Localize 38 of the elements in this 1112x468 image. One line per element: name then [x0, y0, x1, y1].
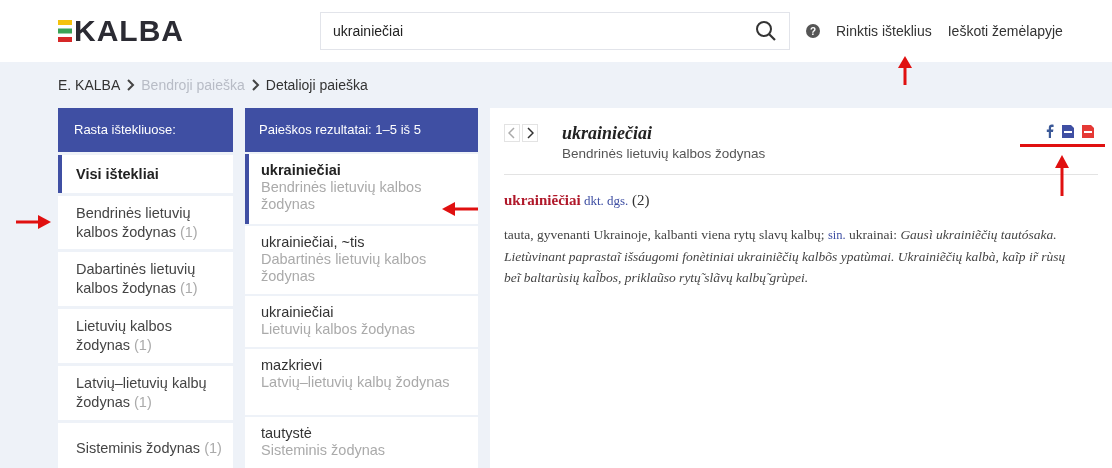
source-item[interactable]: Lietuvių kalbos žodynas (1) — [58, 309, 233, 363]
nav-link[interactable]: Rinktis išteklius — [836, 20, 932, 42]
document-icon[interactable] — [1062, 124, 1074, 138]
source-item[interactable]: Latvių–lietuvių kalbų žodynas (1) — [58, 366, 233, 420]
entry-definition: tauta, gyvenanti Ukrainoje, kalbanti viena rytų slavų kalbų; sin. ukrainai: Gausì ukrainiẽčių tautósaka. Lietùvinant paprastaĩ išsáugomi fonètiniai ukrainiẽčių kalbõs ypatùmai. Ukrainiẽčių kalbà, kaĩp ir̃ rùsų beĩ baltarùsių kal̃bos, priklaũso rytų̃ slãvų kalbų̃ grùpei. — [504, 225, 1067, 287]
source-item[interactable]: Bendrinės lietuvių kalbos žodynas (1) — [58, 196, 233, 249]
result-item[interactable]: mazkrievi Latvių–lietuvių kalbų žodynas — [245, 349, 478, 415]
annotation-arrow — [442, 202, 478, 216]
search-icon[interactable] — [755, 20, 777, 42]
breadcrumb-link[interactable]: Detalioji paieška — [265, 74, 368, 96]
source-item[interactable]: Sisteminis žodynas (1) — [58, 423, 233, 468]
entry-source: Bendrinės lietuvių kalbos žodynas — [562, 145, 767, 163]
result-item[interactable]: tautystė Sisteminis žodynas — [245, 417, 478, 468]
entry-title: ukrainiečiai — [562, 122, 653, 144]
entry-headword-line: ukrainiẽčiai dkt. dgs. (2) — [504, 191, 651, 211]
result-item[interactable]: ukrainiečiai Bendrinės lietuvių kalbos žodynas — [245, 154, 478, 224]
logo-text[interactable]: KALBA — [74, 16, 184, 46]
chevron-right-icon — [526, 127, 534, 139]
help-icon[interactable]: ? — [806, 24, 820, 38]
pdf-icon[interactable] — [1082, 124, 1094, 138]
annotation-arrow — [1055, 155, 1069, 196]
facebook-icon[interactable] — [1046, 124, 1054, 138]
source-item[interactable]: Visi ištekliai — [58, 155, 233, 193]
source-item[interactable]: Dabartinės lietuvių kalbos žodynas (1) — [58, 252, 233, 306]
annotation-arrow — [898, 56, 912, 85]
search-field[interactable]: ukrainiečiai — [320, 12, 790, 50]
column-header: Rasta ištekliuose: — [58, 108, 233, 152]
flag-stripes-icon — [58, 19, 72, 43]
chevron-left-icon — [508, 127, 516, 139]
next-button[interactable] — [522, 124, 538, 142]
nav-link[interactable]: Ieškoti žemėlapyje — [947, 20, 1063, 42]
chevron-icon — [250, 79, 260, 91]
chevron-icon — [126, 79, 136, 91]
result-item[interactable]: ukrainiečiai, ~tis Dabartinės lietuvių kalbos žodynas — [245, 226, 478, 294]
annotation-arrow — [16, 215, 51, 229]
breadcrumb-link[interactable]: E. KALBA — [58, 74, 121, 96]
column-header: Paieškos rezultatai: 1–5 iš 5 — [245, 108, 478, 152]
result-item[interactable]: ukrainiečiai Lietuvių kalbos žodynas — [245, 296, 478, 347]
